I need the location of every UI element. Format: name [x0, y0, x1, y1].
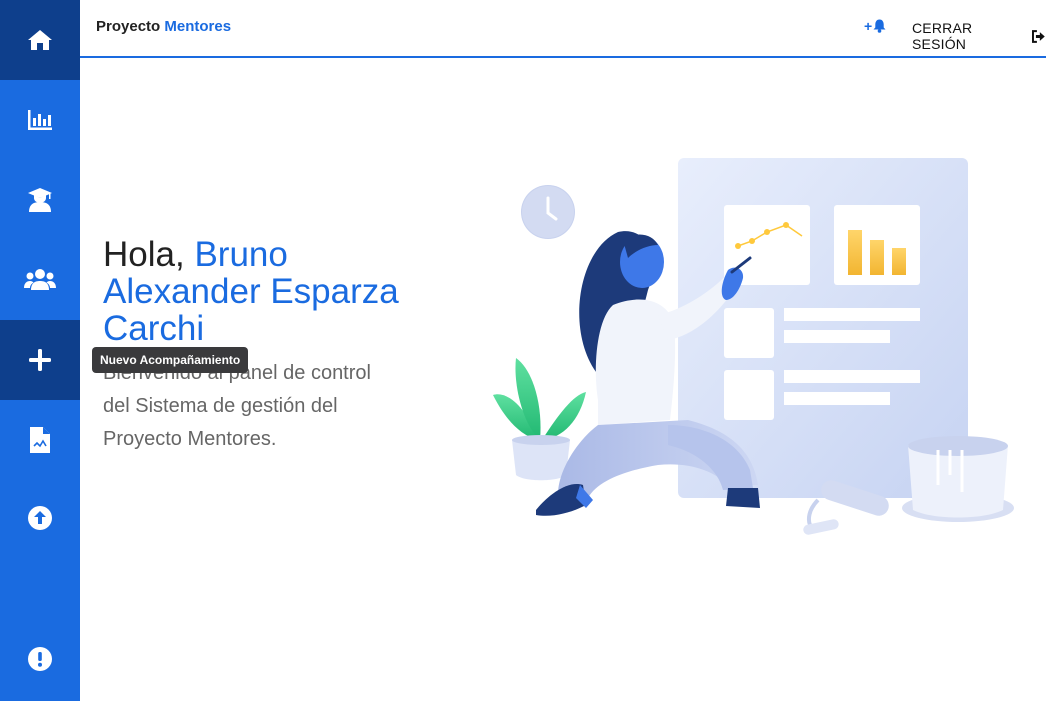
greeting-hello: Hola,: [103, 235, 185, 274]
brand-title[interactable]: Proyecto Mentores: [96, 18, 231, 35]
logout-label: CERRAR SESIÓN: [912, 20, 973, 52]
sidebar: [0, 0, 80, 701]
notifications-button[interactable]: +: [864, 18, 886, 34]
graduate-icon: [28, 188, 52, 212]
notifications-plus: +: [864, 18, 873, 34]
sidebar-item-mentors[interactable]: [0, 160, 80, 240]
greeting-heading: Hola, Bruno Alexander Esparza Carchi: [103, 236, 433, 347]
alert-icon: [28, 647, 52, 671]
chart-icon: [28, 110, 52, 130]
home-icon: [28, 30, 52, 50]
plus-icon: [29, 349, 51, 371]
document-icon: [30, 427, 50, 453]
sidebar-item-upload[interactable]: [0, 478, 80, 558]
sidebar-item-info[interactable]: [0, 619, 80, 699]
brand-accent: Mentores: [164, 18, 232, 35]
logout-button[interactable]: CERRAR SESIÓN: [912, 20, 1046, 52]
sidebar-item-home[interactable]: [0, 0, 80, 80]
sidebar-item-statistics[interactable]: [0, 80, 80, 160]
sidebar-item-reports[interactable]: [0, 400, 80, 480]
bell-icon: [873, 19, 886, 33]
top-navbar: Proyecto Mentores + CERRAR SESIÓN: [80, 0, 1046, 58]
dashboard-illustration: [493, 158, 1014, 535]
sign-out-icon: [1032, 29, 1046, 43]
sidebar-item-new-accompaniment[interactable]: [0, 320, 80, 400]
brand-prefix: Proyecto: [96, 18, 161, 35]
users-icon: [24, 269, 56, 290]
sidebar-item-students[interactable]: [0, 240, 80, 320]
tooltip-new-accompaniment: Nuevo Acompañamiento: [92, 347, 249, 373]
upload-icon: [28, 506, 52, 530]
